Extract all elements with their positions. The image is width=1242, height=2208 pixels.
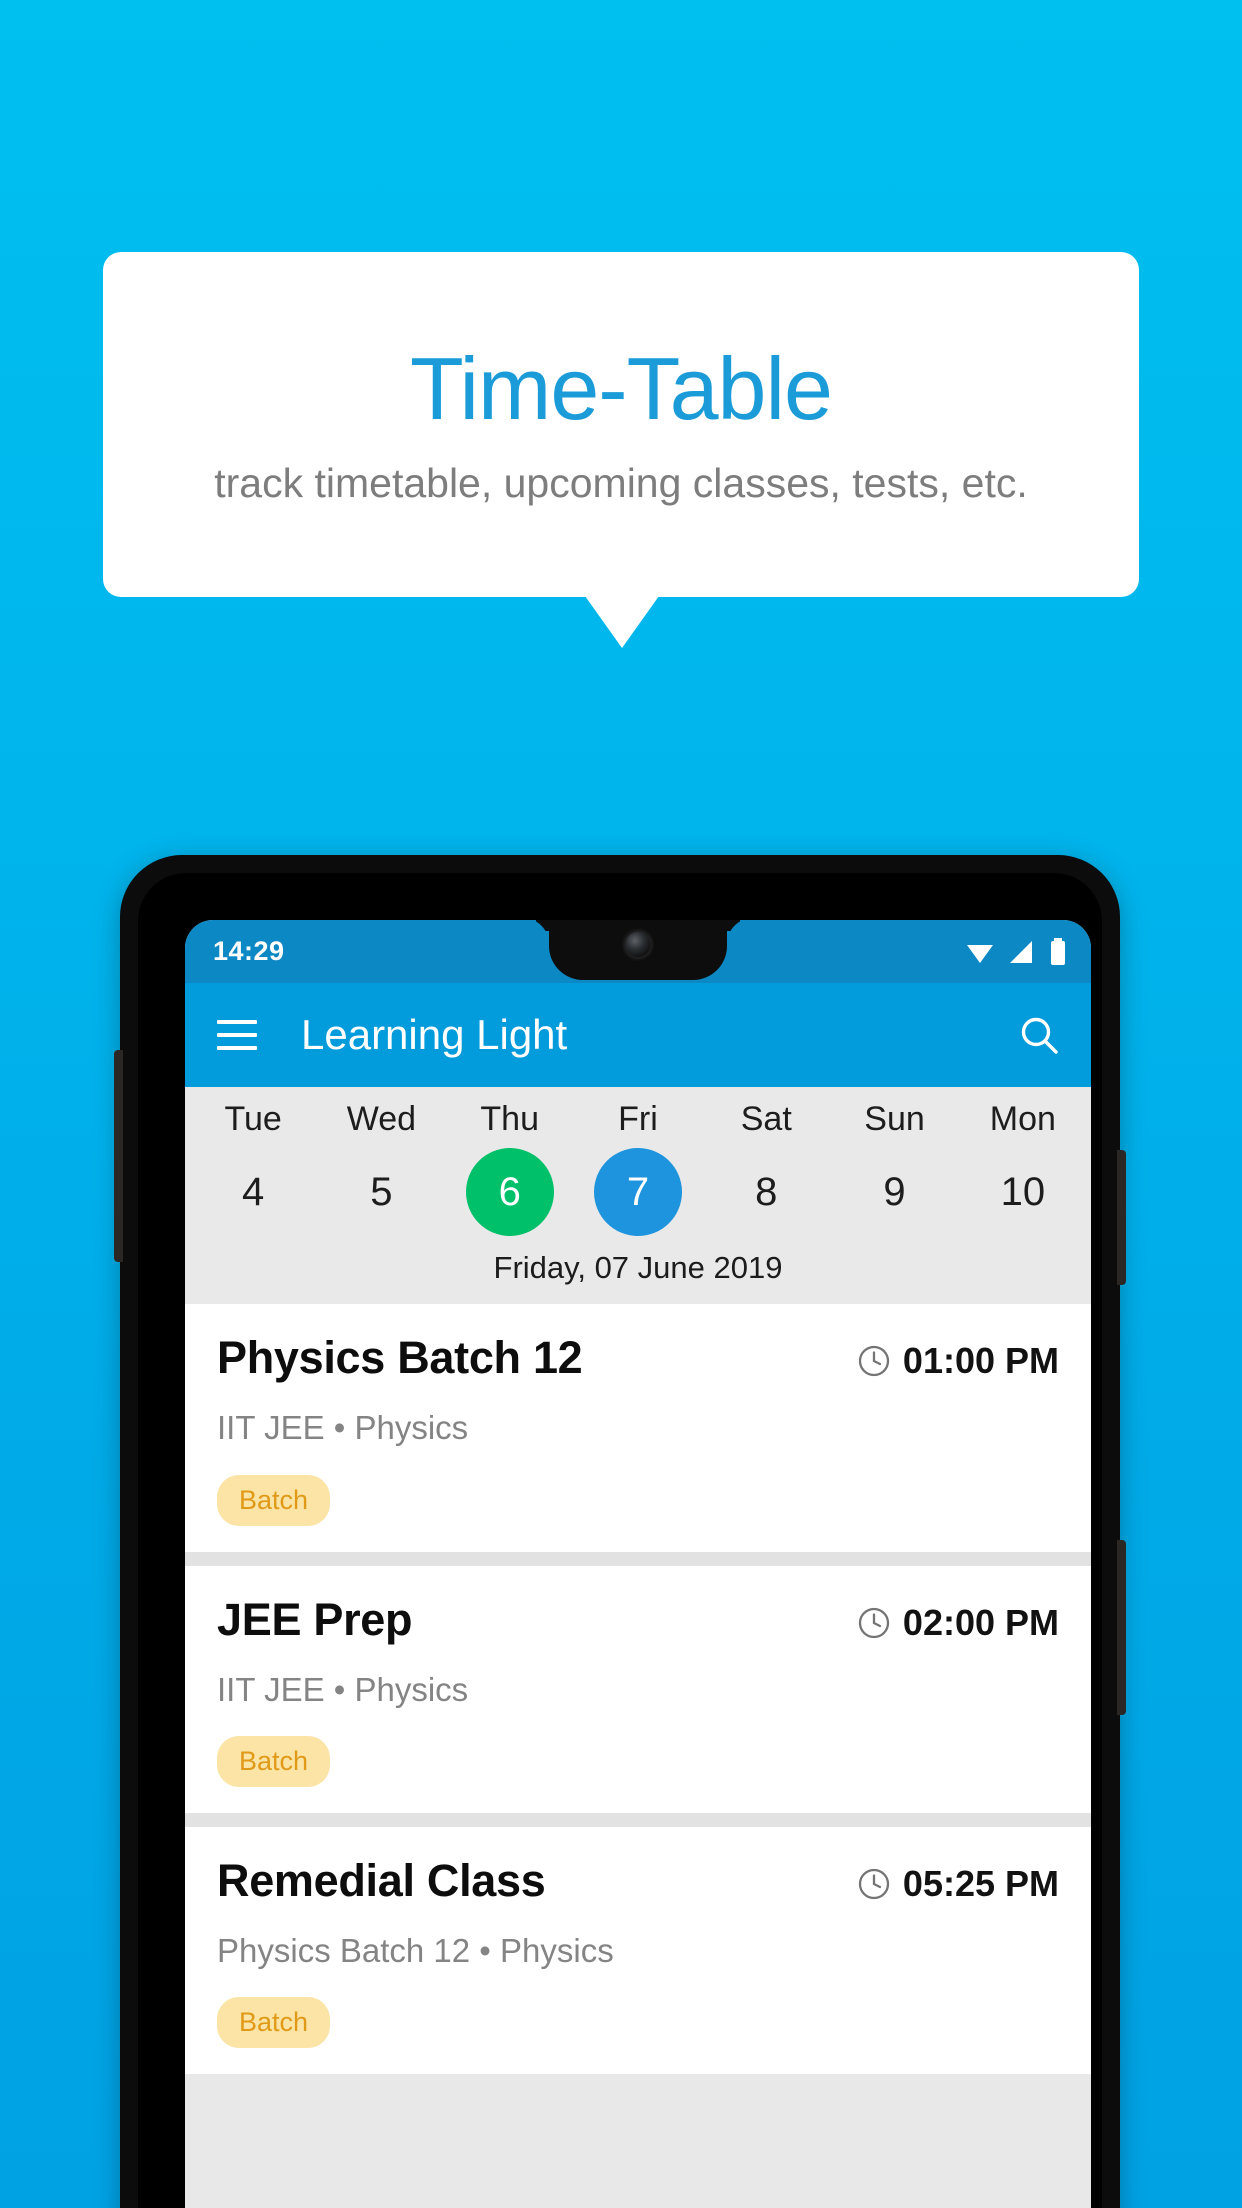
class-card-header: Remedial Class 05:25 PM xyxy=(217,1857,1059,1905)
class-card-header: JEE Prep 02:00 PM xyxy=(217,1593,1059,1645)
promo-title: Time-Table xyxy=(410,339,833,438)
class-type-chip: Batch xyxy=(217,1474,331,1526)
class-time-group: 05:25 PM xyxy=(857,1857,1059,1905)
weekday-label: Sun xyxy=(864,1100,925,1138)
class-subtitle: Physics Batch 12 • Physics xyxy=(217,1931,614,1969)
wifi-icon xyxy=(967,944,993,963)
class-time-group: 01:00 PM xyxy=(857,1334,1059,1382)
class-card[interactable]: Physics Batch 12 01:00 PM IIT JEE • Phys… xyxy=(185,1304,1091,1552)
selected-full-date: Friday, 07 June 2019 xyxy=(185,1236,1091,1305)
class-subtitle: IIT JEE • Physics xyxy=(217,1670,469,1708)
weekday-label: Thu xyxy=(480,1100,539,1138)
phone-notch xyxy=(549,920,727,980)
class-time-group: 02:00 PM xyxy=(857,1596,1059,1644)
status-bar-time: 14:29 xyxy=(213,936,285,966)
promo-callout-bubble: Time-Table track timetable, upcoming cla… xyxy=(103,252,1139,597)
weekday-label: Tue xyxy=(224,1100,282,1138)
date-cell-4[interactable]: 4 xyxy=(189,1148,317,1236)
class-card[interactable]: JEE Prep 02:00 PM IIT JEE • Physics Batc… xyxy=(185,1565,1091,1813)
date-number-today: 6 xyxy=(465,1148,554,1237)
date-number: 4 xyxy=(242,1169,265,1214)
phone-device-frame: 14:29 Learning Light Tue Wed Thu Fri Sat… xyxy=(114,855,1126,2208)
weekday-label: Wed xyxy=(346,1100,417,1138)
clock-icon xyxy=(858,1868,890,1900)
app-title: Learning Light xyxy=(301,1011,568,1058)
class-title: JEE Prep xyxy=(217,1593,413,1645)
weekday-label: Sat xyxy=(740,1100,792,1138)
promo-subtitle: track timetable, upcoming classes, tests… xyxy=(214,460,1028,506)
app-bar: Learning Light xyxy=(185,983,1091,1087)
date-number: 8 xyxy=(755,1169,778,1214)
date-cell-5[interactable]: 5 xyxy=(317,1148,445,1236)
clock-icon xyxy=(858,1607,890,1638)
date-cell-10[interactable]: 10 xyxy=(959,1148,1087,1236)
weekday-label: Mon xyxy=(989,1100,1056,1138)
phone-side-button-right-bottom[interactable] xyxy=(1117,1540,1126,1715)
weekday-row: Tue Wed Thu Fri Sat Sun Mon xyxy=(185,1100,1091,1138)
class-time: 05:25 PM xyxy=(902,1862,1059,1904)
promo-screenshot-page: Time-Table track timetable, upcoming cla… xyxy=(0,0,1242,2208)
class-type-chip: Batch xyxy=(217,1735,331,1787)
date-cell-7[interactable]: 7 xyxy=(574,1148,702,1237)
class-title: Remedial Class xyxy=(217,1854,546,1906)
date-cell-8[interactable]: 8 xyxy=(702,1148,830,1236)
battery-icon xyxy=(1051,937,1065,965)
phone-side-button-right-top[interactable] xyxy=(1117,1150,1126,1285)
date-cell-6[interactable]: 6 xyxy=(446,1148,574,1237)
class-list[interactable]: Physics Batch 12 01:00 PM IIT JEE • Phys… xyxy=(185,1304,1091,2075)
promo-bubble-tail xyxy=(585,596,659,648)
class-title: Physics Batch 12 xyxy=(217,1332,583,1384)
class-time: 02:00 PM xyxy=(902,1601,1059,1643)
hamburger-menu-icon[interactable] xyxy=(217,1020,257,1050)
class-time: 01:00 PM xyxy=(902,1340,1059,1382)
class-card[interactable]: Remedial Class 05:25 PM Physics Batch 12… xyxy=(185,1826,1091,2075)
phone-screen: 14:29 Learning Light Tue Wed Thu Fri Sat… xyxy=(185,920,1091,2208)
class-subtitle: IIT JEE • Physics xyxy=(217,1409,469,1447)
weekday-label: Fri xyxy=(618,1100,658,1138)
date-strip: Tue Wed Thu Fri Sat Sun Mon 4 5 6 7 8 9 … xyxy=(185,1087,1091,1305)
date-cell-9[interactable]: 9 xyxy=(830,1148,958,1236)
search-icon[interactable] xyxy=(1017,1013,1061,1057)
date-number-selected: 7 xyxy=(593,1148,682,1237)
class-card-header: Physics Batch 12 01:00 PM xyxy=(217,1334,1059,1382)
status-bar-icons xyxy=(965,937,1067,966)
date-number-row: 4 5 6 7 8 9 10 xyxy=(185,1138,1091,1237)
signal-icon xyxy=(1010,940,1032,963)
front-camera-icon xyxy=(625,932,651,957)
date-number: 9 xyxy=(883,1169,906,1214)
phone-side-button-left[interactable] xyxy=(114,1050,123,1262)
date-number: 10 xyxy=(1000,1169,1046,1214)
phone-bezel: 14:29 Learning Light Tue Wed Thu Fri Sat… xyxy=(138,873,1102,2208)
date-number: 5 xyxy=(370,1169,393,1214)
clock-icon xyxy=(858,1346,890,1377)
class-type-chip: Batch xyxy=(217,1997,331,2049)
